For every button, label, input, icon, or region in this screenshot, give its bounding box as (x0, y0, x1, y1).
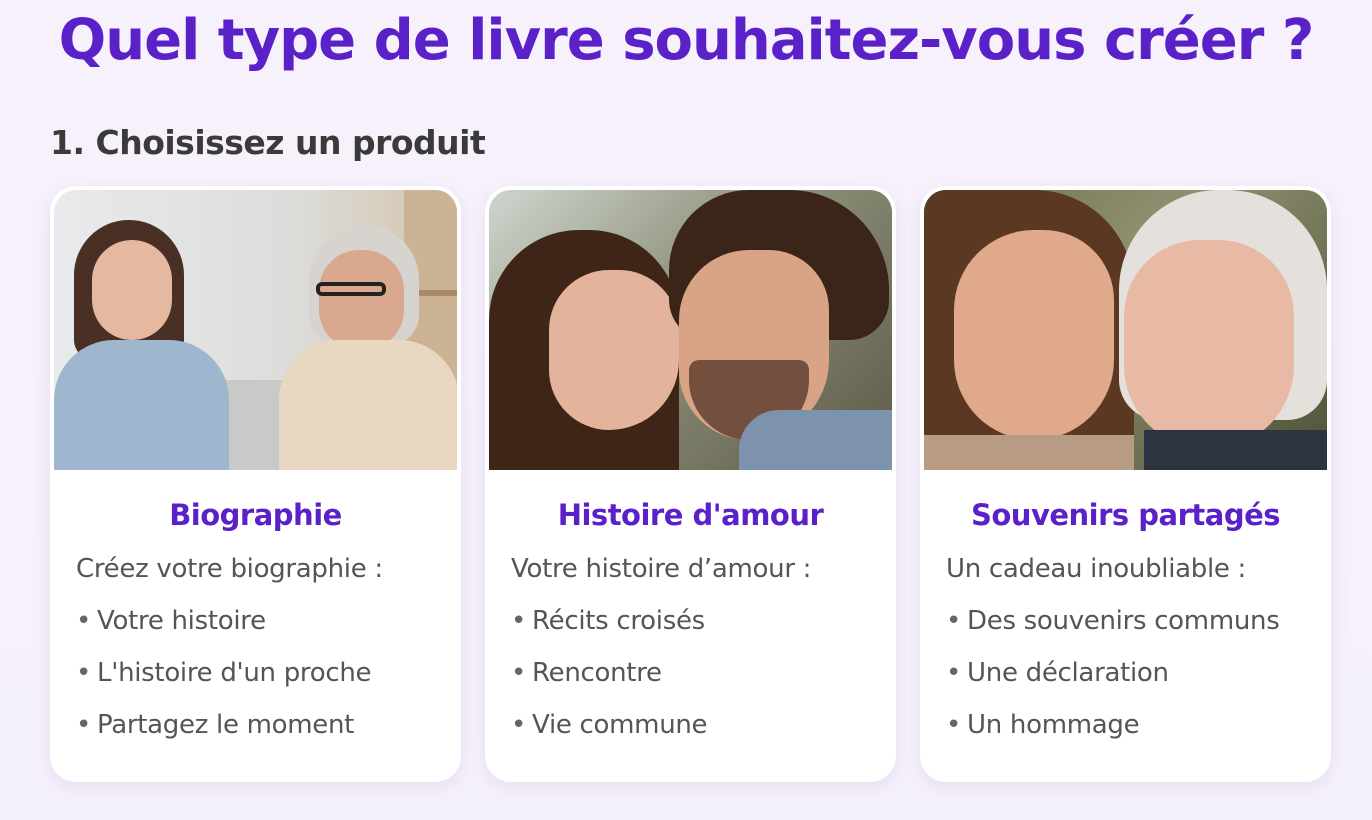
list-item: • L'histoire d'un proche (76, 658, 435, 710)
product-cards: Biographie Créez votre biographie : • Vot… (50, 186, 1331, 782)
card-title: Histoire d'amour (557, 498, 824, 532)
list-item-text: L'histoire d'un proche (97, 658, 372, 688)
list-item: • Vie commune (511, 710, 870, 762)
couple-photo (489, 190, 892, 470)
page-title: Quel type de livre souhaitez-vous créer … (58, 8, 1315, 73)
bullet: • (946, 658, 962, 688)
step-title: 1. Choisissez un produit (50, 123, 486, 162)
list-item: • Partagez le moment (76, 710, 435, 762)
bullet: • (511, 658, 527, 688)
list-item: • Une déclaration (946, 658, 1305, 710)
bullet: • (76, 658, 92, 688)
list-item: • Votre histoire (76, 606, 435, 658)
bullet: • (76, 606, 92, 636)
list-item-text: Rencontre (532, 658, 662, 688)
list-item-text: Un hommage (967, 710, 1140, 740)
bullet: • (511, 710, 527, 740)
bullet: • (946, 710, 962, 740)
mother-grandmother-photo (924, 190, 1327, 470)
card-intro: Créez votre biographie : (76, 554, 383, 584)
list-item-text: Récits croisés (532, 606, 705, 636)
card-intro: Votre histoire d’amour : (511, 554, 812, 584)
bullet: • (511, 606, 527, 636)
product-card-histoire-amour[interactable]: Histoire d'amour Votre histoire d’amour … (485, 186, 896, 782)
card-feature-list: • Récits croisés • Rencontre • Vie commune (511, 606, 870, 762)
list-item: • Un hommage (946, 710, 1305, 762)
list-item-text: Votre histoire (97, 606, 266, 636)
card-title: Biographie (169, 498, 342, 532)
list-item-text: Vie commune (532, 710, 708, 740)
card-intro: Un cadeau inoubliable : (946, 554, 1246, 584)
list-item: • Des souvenirs communs (946, 606, 1305, 658)
bullet: • (76, 710, 92, 740)
card-feature-list: • Des souvenirs communs • Une déclaration … (946, 606, 1305, 762)
biography-photo (54, 190, 457, 470)
product-card-biographie[interactable]: Biographie Créez votre biographie : • Vot… (50, 186, 461, 782)
list-item-text: Une déclaration (967, 658, 1169, 688)
bullet: • (946, 606, 962, 636)
list-item-text: Partagez le moment (97, 710, 355, 740)
list-item: • Récits croisés (511, 606, 870, 658)
list-item-text: Des souvenirs communs (967, 606, 1280, 636)
card-title: Souvenirs partagés (970, 498, 1281, 532)
card-feature-list: • Votre histoire • L'histoire d'un proche … (76, 606, 435, 762)
product-card-souvenirs-partages[interactable]: Souvenirs partagés Un cadeau inoubliable… (920, 186, 1331, 782)
list-item: • Rencontre (511, 658, 870, 710)
